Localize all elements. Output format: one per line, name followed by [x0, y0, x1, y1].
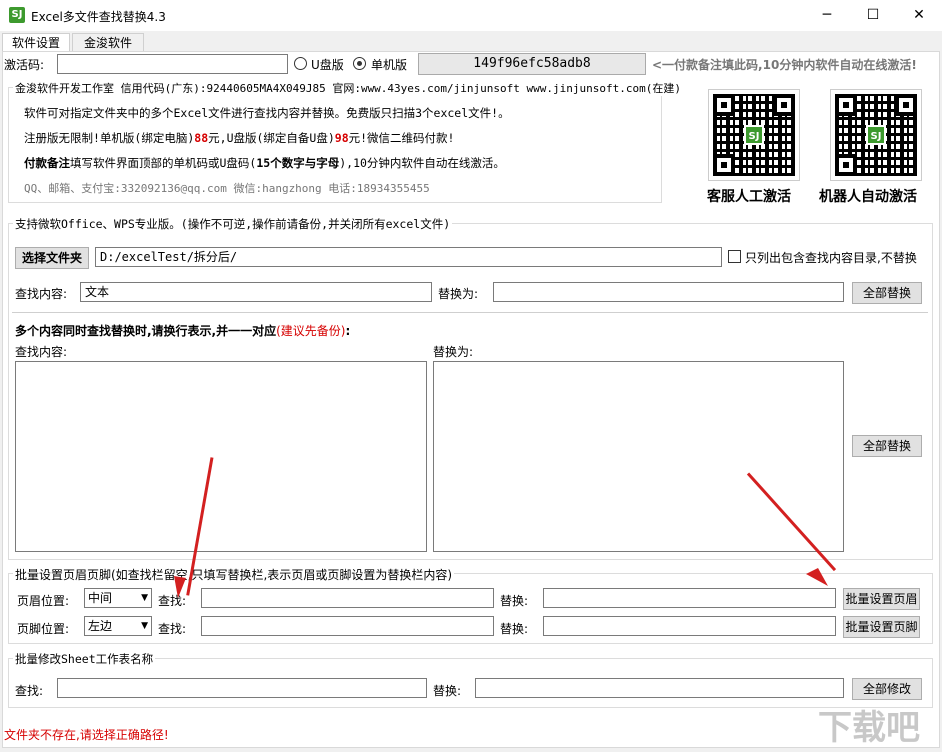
only-list-checkbox[interactable]	[728, 250, 741, 263]
info-line-2: 注册版无限制!单机版(绑定电脑)88元,U盘版(绑定自备U盘)98元!微信二维码…	[24, 130, 454, 146]
header-find-input[interactable]	[201, 588, 494, 608]
sheet-find-label: 查找:	[15, 684, 44, 698]
footer-replace-input[interactable]	[543, 616, 836, 636]
app-icon: SJ	[9, 7, 25, 23]
replace-with-input[interactable]	[493, 282, 844, 302]
arrow-head-icon	[806, 568, 828, 586]
multi-find-label: 查找内容:	[15, 345, 68, 359]
company-info: 金浚软件开发工作室 信用代码(广东):92440605MA4X049J85 官网…	[13, 80, 683, 96]
payment-note-label: 付款备注	[24, 156, 70, 170]
multi-title-text: 多个内容同时查找替换时,请换行表示,并一一对应	[15, 324, 277, 338]
usb-version-label: U盘版	[311, 58, 344, 72]
header-replace-label: 替换:	[500, 594, 529, 608]
qr-finder-icon	[713, 94, 735, 116]
usb-version-radio[interactable]	[294, 57, 307, 70]
sheet-replace-label: 替换:	[433, 684, 462, 698]
sheet-find-input[interactable]	[57, 678, 427, 698]
footer-find-label: 查找:	[158, 622, 187, 636]
standalone-version-label: 单机版	[371, 58, 408, 72]
header-position-select[interactable]: 中间 ▼	[84, 588, 152, 608]
qr2-caption: 机器人自动激活	[819, 189, 917, 205]
status-message: 文件夹不存在,请选择正确路径!	[4, 728, 169, 742]
qr-finder-icon	[835, 154, 857, 176]
price-text-a: 注册版无限制!单机版(绑定电脑)	[24, 131, 195, 145]
contact-info: QQ、邮箱、支付宝:332092136@qq.com 微信:hangzhong …	[24, 182, 430, 195]
info-line-1: 软件可对指定文件夹中的多个Excel文件进行查找内容并替换。免费版只扫描3个ex…	[24, 106, 510, 120]
standalone-version-radio[interactable]	[353, 57, 366, 70]
header-replace-input[interactable]	[543, 588, 836, 608]
activation-code-label: 激活码:	[4, 58, 45, 72]
qr1-caption: 客服人工激活	[707, 189, 791, 205]
multi-find-textarea[interactable]	[15, 361, 427, 552]
find-replace-group-title: 支持微软Office、WPS专业版。(操作不可逆,操作前请备份,并关闭所有exc…	[13, 216, 453, 232]
footer-find-input[interactable]	[201, 616, 494, 636]
header-position-label: 页眉位置:	[17, 594, 70, 608]
header-footer-group-title: 批量设置页眉页脚(如查找栏留空,只填写替换栏,表示页眉或页脚设置为替换栏内容)	[13, 566, 454, 583]
price-text-c: 元,U盘版(绑定自备U盘)	[208, 131, 335, 145]
sheet-replace-input[interactable]	[475, 678, 844, 698]
sheet-rename-group-title: 批量修改Sheet工作表名称	[13, 651, 156, 667]
footer-replace-label: 替换:	[500, 622, 529, 636]
tab-software-settings[interactable]: 软件设置	[2, 33, 70, 52]
footer-position-value: 左边	[88, 619, 113, 633]
choose-folder-button[interactable]: 选择文件夹	[15, 247, 89, 269]
qr-finder-icon	[713, 154, 735, 176]
find-content-label: 查找内容:	[15, 287, 68, 301]
only-list-label: 只列出包含查找内容目录,不替换	[745, 251, 917, 265]
window-title: Excel多文件查找替换4.3	[31, 10, 166, 24]
payment-note-end: ),10分钟内软件自动在线激活。	[339, 156, 505, 170]
price-usb: 98	[334, 131, 349, 145]
price-text-e: 元!微信二维码付款!	[348, 131, 455, 145]
footer-position-label: 页脚位置:	[17, 622, 70, 636]
qr-finder-icon	[895, 94, 917, 116]
multi-title-colon: :	[345, 324, 351, 338]
backup-suggestion: (建议先备份)	[276, 324, 346, 338]
arrow-head-icon	[174, 576, 186, 598]
multi-replace-all-button[interactable]: 全部替换	[852, 435, 922, 457]
qr-logo-icon: SJ	[744, 125, 764, 145]
qr-logo-icon: SJ	[866, 125, 886, 145]
activation-hint: <一付款备注填此码,10分钟内软件自动在线激活!	[652, 58, 917, 72]
activation-code-input[interactable]	[57, 54, 288, 74]
price-standalone: 88	[194, 131, 209, 145]
footer-position-select[interactable]: 左边 ▼	[84, 616, 152, 636]
payment-note-emphasis: 15个数字与字母	[256, 156, 340, 170]
chevron-down-icon: ▼	[141, 593, 148, 603]
divider	[12, 312, 928, 313]
close-button[interactable]: ✕	[896, 0, 942, 31]
maximize-button[interactable]: ☐	[850, 0, 896, 31]
modify-all-button[interactable]: 全部修改	[852, 678, 922, 700]
chevron-down-icon: ▼	[141, 621, 148, 631]
replace-with-label: 替换为:	[438, 287, 479, 301]
find-content-input[interactable]: 文本	[80, 282, 432, 302]
payment-note-text: 填写软件界面顶部的单机码或U盘码(	[70, 156, 257, 170]
machine-code-display[interactable]: 149f96efc58adb8	[418, 53, 646, 75]
tab-jinjun-software[interactable]: 金浚软件	[72, 33, 144, 52]
qr-finder-icon	[773, 94, 795, 116]
multi-replace-label: 替换为:	[433, 345, 474, 359]
watermark-logo: 下载吧	[818, 708, 920, 748]
multi-content-title: 多个内容同时查找替换时,请换行表示,并一一对应(建议先备份):	[15, 322, 350, 339]
folder-path-input[interactable]: D:/excelTest/拆分后/	[95, 247, 722, 267]
minimize-button[interactable]: ─	[804, 0, 850, 31]
multi-replace-textarea[interactable]	[433, 361, 844, 552]
replace-all-button[interactable]: 全部替换	[852, 282, 922, 304]
set-header-button[interactable]: 批量设置页眉	[843, 588, 920, 610]
machine-code-text: 149f96efc58adb8	[473, 56, 591, 71]
info-line-3: 付款备注填写软件界面顶部的单机码或U盘码(15个数字与字母),10分钟内软件自动…	[24, 155, 505, 171]
header-position-value: 中间	[88, 591, 113, 605]
set-footer-button[interactable]: 批量设置页脚	[843, 616, 920, 638]
qr-finder-icon	[835, 94, 857, 116]
